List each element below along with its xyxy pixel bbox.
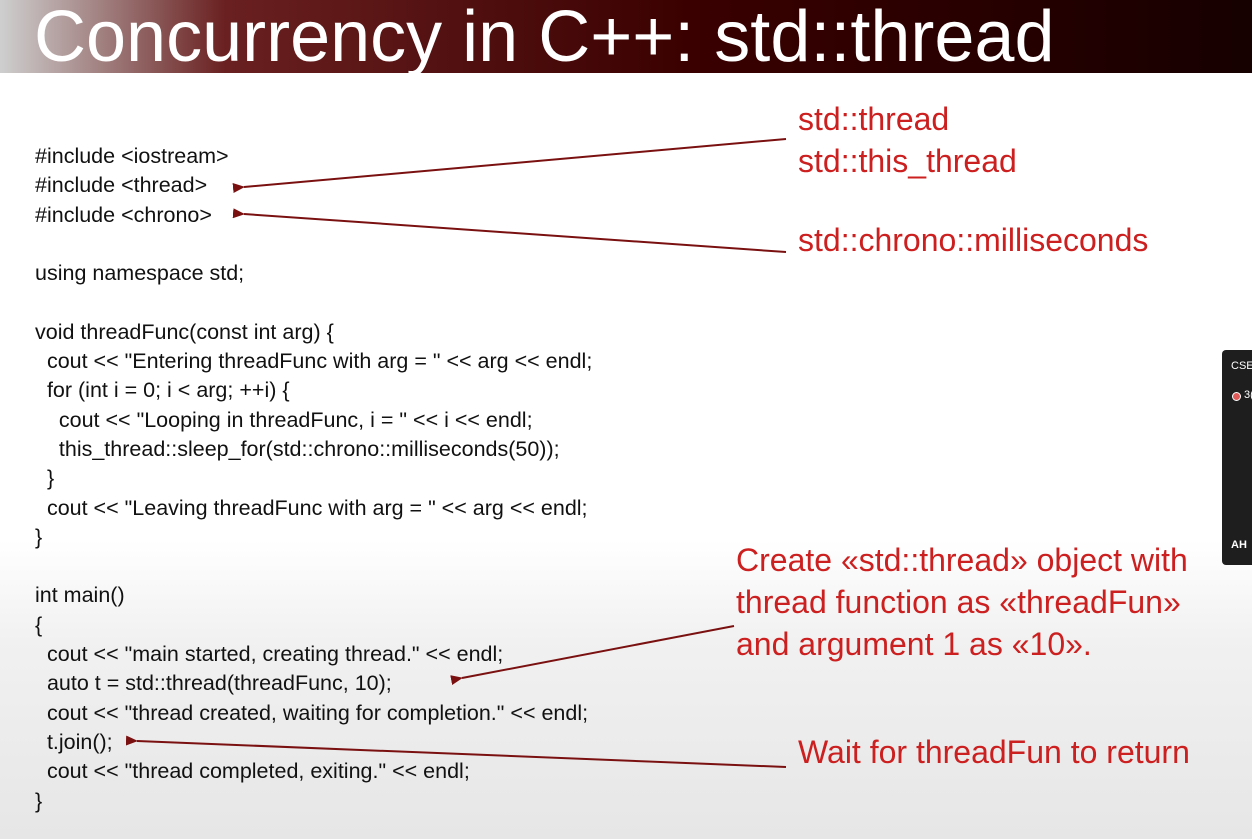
- side-panel-label: CSE4: [1231, 360, 1252, 372]
- arrow-to-chrono-include: [232, 208, 787, 253]
- arrow-to-thread-creation: [450, 625, 735, 685]
- arrow-to-thread-include: [232, 138, 787, 193]
- record-dot-icon: [1232, 392, 1241, 401]
- arrow-to-join: [125, 735, 787, 768]
- overlay-side-panel[interactable]: CSE4 3( AH: [1222, 350, 1252, 565]
- annotation-arrows: [125, 138, 787, 768]
- side-panel-dot-text: 3(: [1244, 389, 1252, 401]
- side-panel-initials: AH: [1231, 539, 1247, 551]
